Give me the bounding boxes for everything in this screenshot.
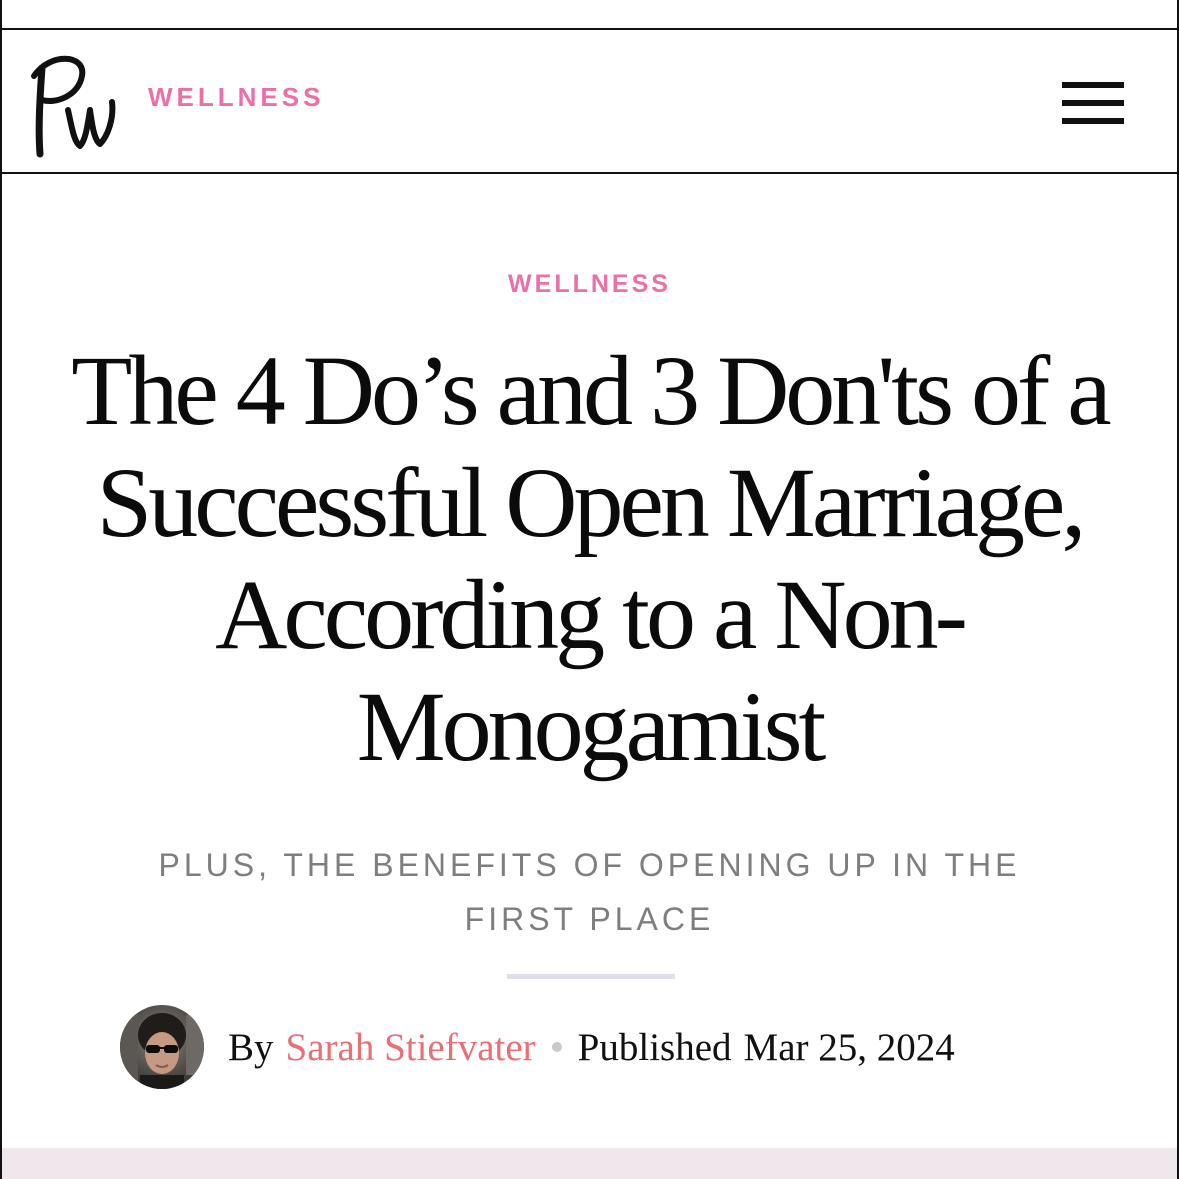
byline-by-label: By — [228, 1025, 274, 1069]
page-frame: WELLNESS WELLNESS The 4 Do’s and 3 Don't… — [0, 0, 1179, 1179]
article-headline: The 4 Do’s and 3 Don'ts of a Successful … — [71, 335, 1111, 782]
divider — [507, 974, 675, 979]
published-label: Published — [577, 1025, 732, 1069]
site-header: WELLNESS — [2, 28, 1177, 174]
article-subheadline: Plus, the Benefits of Opening Up in the … — [158, 847, 1021, 937]
article-category[interactable]: WELLNESS — [2, 270, 1177, 299]
separator-dot-icon — [551, 1042, 562, 1052]
published-date: Mar 25, 2024 — [743, 1025, 955, 1069]
author-avatar[interactable] — [120, 1005, 204, 1089]
hamburger-menu-icon[interactable] — [1062, 82, 1124, 124]
header-section-label[interactable]: WELLNESS — [148, 82, 324, 113]
content-divider-strip — [2, 1148, 1177, 1179]
byline: By Sarah Stiefvater Published Mar 25, 20… — [120, 1004, 955, 1090]
author-link[interactable]: Sarah Stiefvater — [286, 1025, 536, 1070]
pw-logo-icon[interactable] — [28, 46, 128, 158]
